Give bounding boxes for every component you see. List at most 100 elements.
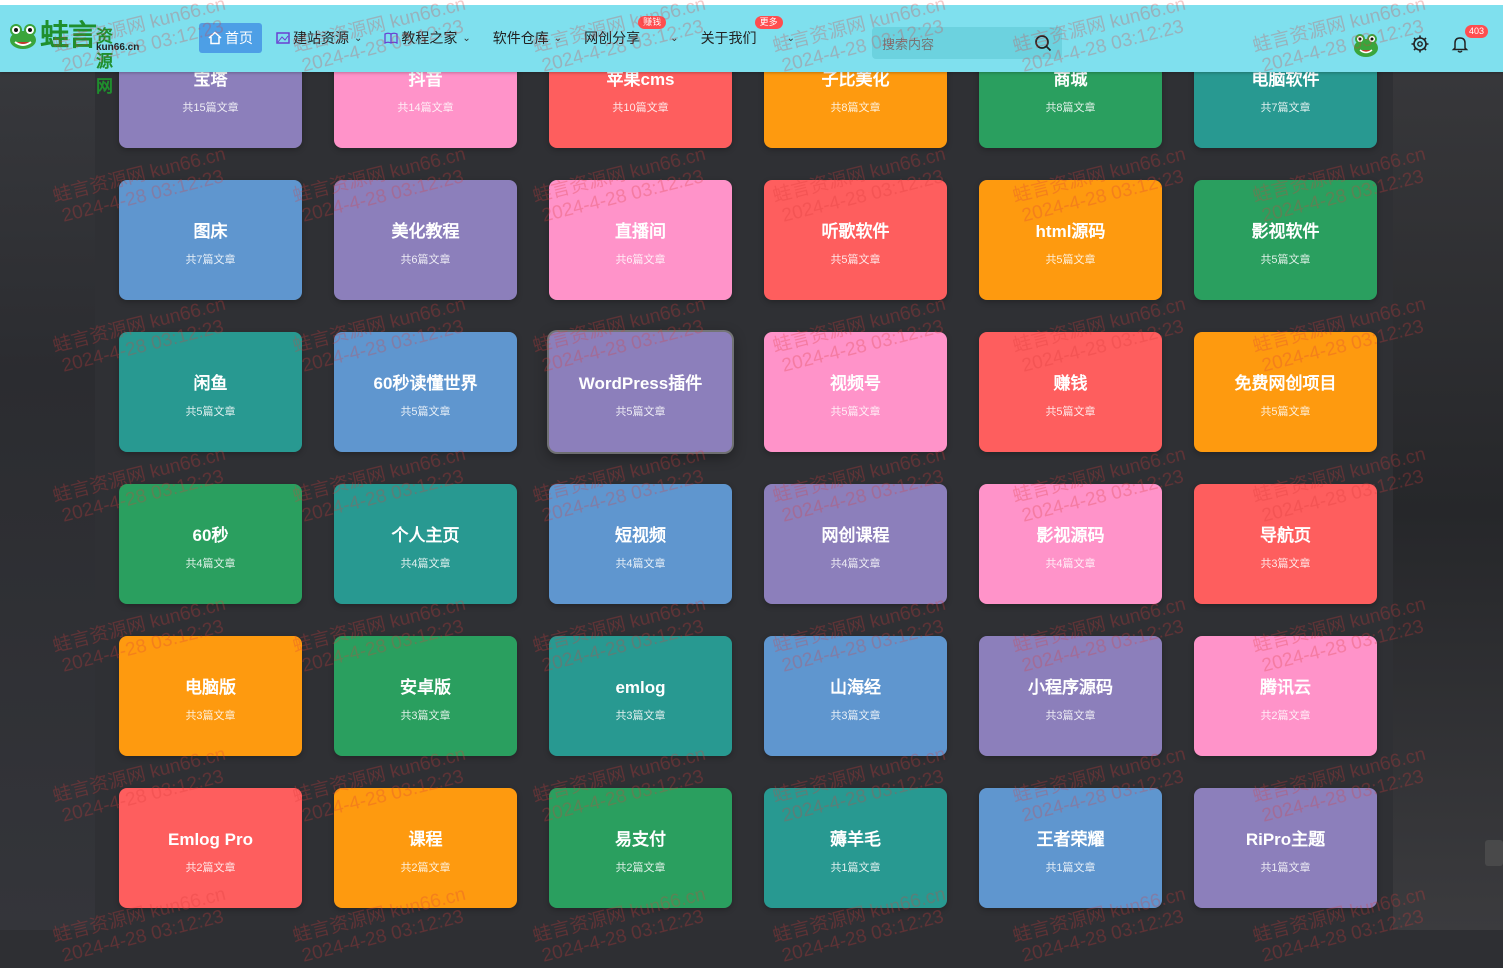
category-card[interactable]: 影视软件 共5篇文章 xyxy=(1194,180,1377,300)
bell-icon[interactable] xyxy=(1450,34,1470,54)
category-name: 60秒读懂世界 xyxy=(373,374,478,393)
category-article-count: 共4篇文章 xyxy=(400,558,451,570)
chevron-down-icon: ⌄ xyxy=(553,32,563,44)
category-card[interactable]: emlog 共3篇文章 xyxy=(549,636,732,756)
category-card[interactable]: 导航页共3篇文章 xyxy=(1194,484,1377,604)
category-card[interactable]: 个人主页共4篇文章 xyxy=(334,484,517,604)
category-article-count: 共1篇文章 xyxy=(830,862,881,874)
category-name: 闲鱼 xyxy=(193,374,228,393)
category-name: 山海经 xyxy=(830,678,881,697)
nav-label: 关于我们 xyxy=(700,30,757,46)
category-name: 苹果cms xyxy=(606,70,675,89)
nav-badge: 赚钱 xyxy=(638,16,667,29)
category-article-count: 共6篇文章 xyxy=(400,254,451,266)
category-article-count: 共2篇文章 xyxy=(615,862,666,874)
category-card[interactable]: 腾讯云 共2篇文章 xyxy=(1194,636,1377,756)
nav-item-software[interactable]: 软件仓库 ⌄ xyxy=(485,23,570,53)
nav-item-tutorials[interactable]: 教程之家 ⌄ xyxy=(376,23,478,53)
category-article-count: 共5篇文章 xyxy=(830,406,881,418)
category-name: WordPress插件 xyxy=(578,374,703,393)
category-name: 薅羊毛 xyxy=(830,830,881,849)
category-name: 电脑软件 xyxy=(1251,70,1320,89)
category-card[interactable]: 易支付共2篇文章 xyxy=(549,788,732,908)
category-card[interactable]: RiPro主题 共1篇文章 xyxy=(1194,788,1377,908)
category-card[interactable]: 小程序源码 共3篇文章 xyxy=(979,636,1162,756)
category-card[interactable]: 安卓版 共3篇文章 xyxy=(334,636,517,756)
category-name: 电脑版 xyxy=(185,678,236,697)
search-input[interactable] xyxy=(880,33,1024,55)
category-card[interactable]: 免费网创项目共5篇文章 xyxy=(1194,332,1377,452)
category-card[interactable]: 图床 共7篇文章 xyxy=(119,180,302,300)
logo-title-suffix: 资源网 xyxy=(96,27,113,96)
image-icon xyxy=(276,32,290,44)
category-article-count: 共5篇文章 xyxy=(615,406,666,418)
category-card[interactable]: 视频号 共5篇文章 xyxy=(764,332,947,452)
main-nav: 首页 建站资源 ⌄ 教程之家 ⌄ 软件仓库 ⌄ 网创分享 赚钱 ⌄ 关于我们 更… xyxy=(199,16,809,53)
category-card[interactable]: 课程 共2篇文章 xyxy=(334,788,517,908)
nav-label: 教程之家 xyxy=(401,30,458,46)
nav-item-home[interactable]: 首页 xyxy=(199,23,262,53)
user-avatar[interactable] xyxy=(1352,30,1380,58)
category-card[interactable]: 影视源码 共4篇文章 xyxy=(979,484,1162,604)
category-article-count: 共4篇文章 xyxy=(830,558,881,570)
category-card[interactable]: WordPress插件共5篇文章 xyxy=(549,332,732,452)
category-article-count: 共15篇文章 xyxy=(182,102,239,114)
chevron-down-icon: ⌄ xyxy=(786,32,795,44)
category-name: html源码 xyxy=(1035,222,1106,241)
category-article-count: 共14篇文章 xyxy=(397,102,454,114)
category-article-count: 共3篇文章 xyxy=(185,710,236,722)
chevron-down-icon: ⌄ xyxy=(670,32,679,44)
category-card[interactable]: 山海经 共3篇文章 xyxy=(764,636,947,756)
category-card[interactable]: 王者荣耀 共1篇文章 xyxy=(979,788,1162,908)
category-name: 王者荣耀 xyxy=(1036,830,1105,849)
category-card[interactable]: 直播间 共6篇文章 xyxy=(549,180,732,300)
category-article-count: 共1篇文章 xyxy=(1260,862,1311,874)
category-name: 腾讯云 xyxy=(1260,678,1311,697)
category-article-count: 共3篇文章 xyxy=(400,710,451,722)
category-article-count: 共8篇文章 xyxy=(830,102,881,114)
category-article-count: 共2篇文章 xyxy=(185,862,236,874)
category-name: Emlog Pro xyxy=(167,830,253,849)
category-name: emlog xyxy=(615,678,666,697)
category-name: 听歌软件 xyxy=(821,222,890,241)
category-article-count: 共4篇文章 xyxy=(185,558,236,570)
category-article-count: 共5篇文章 xyxy=(1260,254,1311,266)
chevron-down-icon: ⌄ xyxy=(462,32,471,44)
category-article-count: 共3篇文章 xyxy=(1260,558,1311,570)
category-name: 免费网创项目 xyxy=(1234,374,1337,393)
top-navbar: 蛙言 资源网 kun66.cn 首页 建站资源 ⌄ 教程之家 ⌄ 软件仓库 ⌄ … xyxy=(0,5,1503,96)
side-scroll-handle[interactable] xyxy=(1485,840,1503,866)
category-card[interactable]: 薅羊毛共1篇文章 xyxy=(764,788,947,908)
category-card[interactable]: 闲鱼 共5篇文章 xyxy=(119,332,302,452)
nav-label: 建站资源 xyxy=(293,30,349,46)
category-card[interactable]: 网创课程 共4篇文章 xyxy=(764,484,947,604)
nav-label: 首页 xyxy=(225,30,253,46)
category-name: 易支付 xyxy=(615,830,666,849)
nav-item-about[interactable]: 关于我们 更多 ⌄ xyxy=(693,16,803,53)
category-article-count: 共5篇文章 xyxy=(1260,406,1311,418)
category-card[interactable]: 60秒读懂世界共5篇文章 xyxy=(334,332,517,452)
page-background-left xyxy=(0,0,95,930)
site-logo[interactable]: 蛙言 资源网 kun66.cn xyxy=(8,22,139,96)
category-card[interactable]: 电脑版共3篇文章 xyxy=(119,636,302,756)
search-icon[interactable] xyxy=(1034,34,1052,52)
category-name: 导航页 xyxy=(1260,526,1311,545)
category-article-count: 共4篇文章 xyxy=(1045,558,1096,570)
category-name: 宝塔 xyxy=(193,70,228,89)
category-article-count: 共5篇文章 xyxy=(400,406,451,418)
category-article-count: 共10篇文章 xyxy=(612,102,669,114)
category-card[interactable]: html源码 共5篇文章 xyxy=(979,180,1162,300)
category-card[interactable]: 赚钱 共5篇文章 xyxy=(979,332,1162,452)
category-card[interactable]: 60秒 共4篇文章 xyxy=(119,484,302,604)
gear-icon[interactable] xyxy=(1410,34,1430,54)
nav-item-site-resources[interactable]: 建站资源 ⌄ xyxy=(268,23,370,53)
category-article-count: 共3篇文章 xyxy=(1045,710,1096,722)
category-card[interactable]: 短视频 共4篇文章 xyxy=(549,484,732,604)
nav-item-share[interactable]: 网创分享 赚钱 ⌄ xyxy=(576,16,686,53)
page-background-right xyxy=(1393,0,1503,930)
category-card[interactable]: 听歌软件 共5篇文章 xyxy=(764,180,947,300)
category-card[interactable]: Emlog Pro 共2篇文章 xyxy=(119,788,302,908)
category-name: 个人主页 xyxy=(391,526,460,545)
category-card[interactable]: 美化教程 共6篇文章 xyxy=(334,180,517,300)
category-article-count: 共7篇文章 xyxy=(1260,102,1311,114)
